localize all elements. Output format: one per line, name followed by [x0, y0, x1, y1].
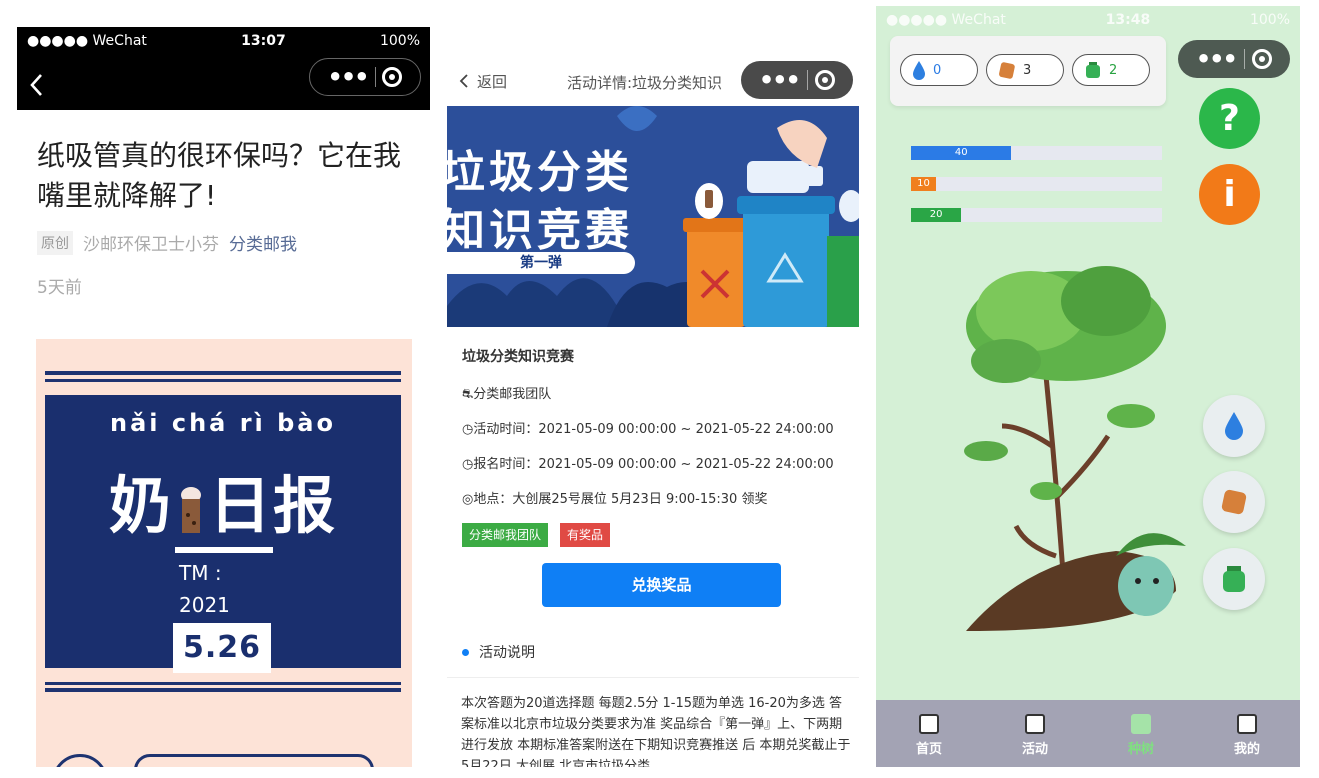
milk-tea-cup-icon: [181, 486, 201, 533]
banner-line-2: 知识竞赛: [447, 205, 633, 256]
jar-progress-fill: 20: [911, 208, 962, 222]
nav-bar: 返回 活动详情:垃圾分类知识 •••: [447, 56, 859, 106]
poster-box-decoration: [134, 754, 374, 767]
water-action-button[interactable]: [1203, 395, 1265, 457]
battery-label: 100%: [379, 33, 420, 49]
carrier-label: ●●●●● WeChat: [886, 12, 1006, 28]
status-bar: ●●●●● WeChat 13:48 100%: [876, 6, 1300, 34]
sprout-icon: [1131, 714, 1151, 734]
garden-panel: ●●●●● WeChat 13:48 100% 0 3 2 ••• 40 10 …: [876, 6, 1300, 767]
person-icon: [1237, 714, 1257, 734]
poster-year: 2021: [179, 593, 230, 617]
tab-activity[interactable]: 活动: [982, 700, 1088, 767]
article-panel: ●●●●● WeChat 13:07 100% ••• 纸吸管真的很环保吗？它在…: [17, 27, 430, 767]
close-mini-program-icon[interactable]: [1252, 49, 1273, 69]
status-bar: ●●●●● WeChat 13:07 100%: [17, 27, 430, 55]
back-button[interactable]: 返回: [447, 71, 507, 92]
poster-tm: TM :: [179, 561, 222, 585]
tree-illustration: [964, 266, 1186, 631]
page-title: 活动详情:垃圾分类知识: [567, 74, 723, 92]
water-drop-icon: [1225, 412, 1243, 440]
tab-plant-tree[interactable]: 种树: [1088, 700, 1194, 767]
tag-team: 分类邮我团队: [462, 523, 549, 547]
fertilizer-progress-bar: 10: [911, 177, 1162, 191]
article-header: ●●●●● WeChat 13:07 100% •••: [17, 27, 430, 110]
back-chevron-icon: [459, 74, 468, 88]
water-progress-fill: 40: [911, 146, 1012, 160]
fertilizer-count: 3: [986, 54, 1064, 86]
activity-time: ◷活动时间：2021-05-09 00:00:00 ~ 2021-05-22 2…: [462, 422, 834, 437]
article-title: 纸吸管真的很环保吗？它在我嘴里就降解了!: [37, 139, 402, 212]
contest-banner: 垃圾分类 知识竞赛 第一弹: [447, 106, 859, 327]
carrier-label: ●●●●● WeChat: [27, 33, 147, 49]
tab-mine[interactable]: 我的: [1194, 700, 1300, 767]
close-mini-program-icon[interactable]: [382, 67, 403, 87]
clock: 13:07: [241, 33, 286, 49]
account-link[interactable]: 分类邮我: [229, 230, 297, 255]
fertilizer-progress-fill: 10: [911, 177, 937, 191]
poster-banner: nǎi chá rì bào 奶日报 TM : 2021 5.26: [45, 395, 401, 673]
author-name: 沙邮环保卫士小芬: [83, 235, 219, 255]
water-count: 0: [900, 54, 978, 86]
poster-date: 5.26: [173, 623, 271, 673]
poster-circle-decoration: [52, 754, 108, 767]
info-button[interactable]: i: [1199, 164, 1260, 225]
circle-icon: [1025, 714, 1045, 734]
fertilizer-bag-icon: [999, 62, 1015, 79]
water-drop-icon: [913, 61, 925, 80]
original-badge: 原创: [37, 230, 73, 255]
poster-pinyin: nǎi chá rì bào: [109, 409, 336, 437]
more-icon[interactable]: •••: [759, 68, 801, 92]
home-icon: [919, 714, 939, 734]
back-arrow-icon[interactable]: [29, 73, 45, 97]
jar-action-button[interactable]: [1203, 548, 1265, 610]
tag-prize: 有奖品: [560, 523, 611, 547]
redeem-prize-button[interactable]: 兑换奖品: [542, 563, 781, 607]
jar-icon: [1086, 62, 1100, 78]
capsule-menu[interactable]: •••: [1178, 40, 1290, 78]
poster-image: nǎi chá rì bào 奶日报 TM : 2021 5.26: [36, 339, 412, 767]
resource-panel: 0 3 2: [890, 36, 1166, 106]
fertilizer-bag-icon: [1221, 489, 1247, 515]
capsule-menu[interactable]: •••: [741, 61, 853, 99]
clock: 13:48: [1105, 12, 1151, 28]
water-progress-bar: 40: [911, 146, 1162, 160]
activity-title: 垃圾分类知识竞赛: [462, 349, 574, 365]
activity-description: 本次答题为20道选择题 每题2.5分 1-15题为单选 16-20为多选 答案标…: [461, 696, 851, 767]
signup-time: ◷报名时间：2021-05-09 00:00:00 ~ 2021-05-22 2…: [462, 457, 834, 472]
activity-panel: 返回 活动详情:垃圾分类知识 ••• 垃圾分类 知识竞赛 第一弹 垃圾分类知识竞…: [447, 56, 859, 767]
tab-home[interactable]: 首页: [876, 700, 982, 767]
poster-title: 奶日报: [108, 469, 338, 542]
help-button[interactable]: ?: [1199, 88, 1260, 149]
banner-episode: 第一弹: [447, 252, 635, 274]
organizer: ⛐分类邮我团队: [462, 387, 552, 402]
article-meta: 原创 沙邮环保卫士小芬 分类邮我: [17, 216, 430, 255]
jar-icon: [1223, 566, 1245, 592]
jar-progress-bar: 20: [911, 208, 1162, 222]
more-icon[interactable]: •••: [1196, 47, 1238, 71]
more-icon[interactable]: •••: [327, 65, 369, 89]
capsule-menu[interactable]: •••: [309, 58, 421, 96]
close-mini-program-icon[interactable]: [815, 70, 836, 90]
jar-count: 2: [1072, 54, 1150, 86]
fertilize-action-button[interactable]: [1203, 471, 1265, 533]
post-time: 5天前: [37, 278, 82, 298]
battery-label: 100%: [1249, 12, 1290, 28]
location: ◎地点：大创展25号展位 5月23日 9:00-15:30 领奖: [462, 492, 768, 507]
section-heading: 活动说明: [462, 642, 535, 662]
banner-line-1: 垃圾分类: [447, 147, 633, 198]
tab-bar: 首页 活动 种树 我的: [876, 700, 1300, 767]
